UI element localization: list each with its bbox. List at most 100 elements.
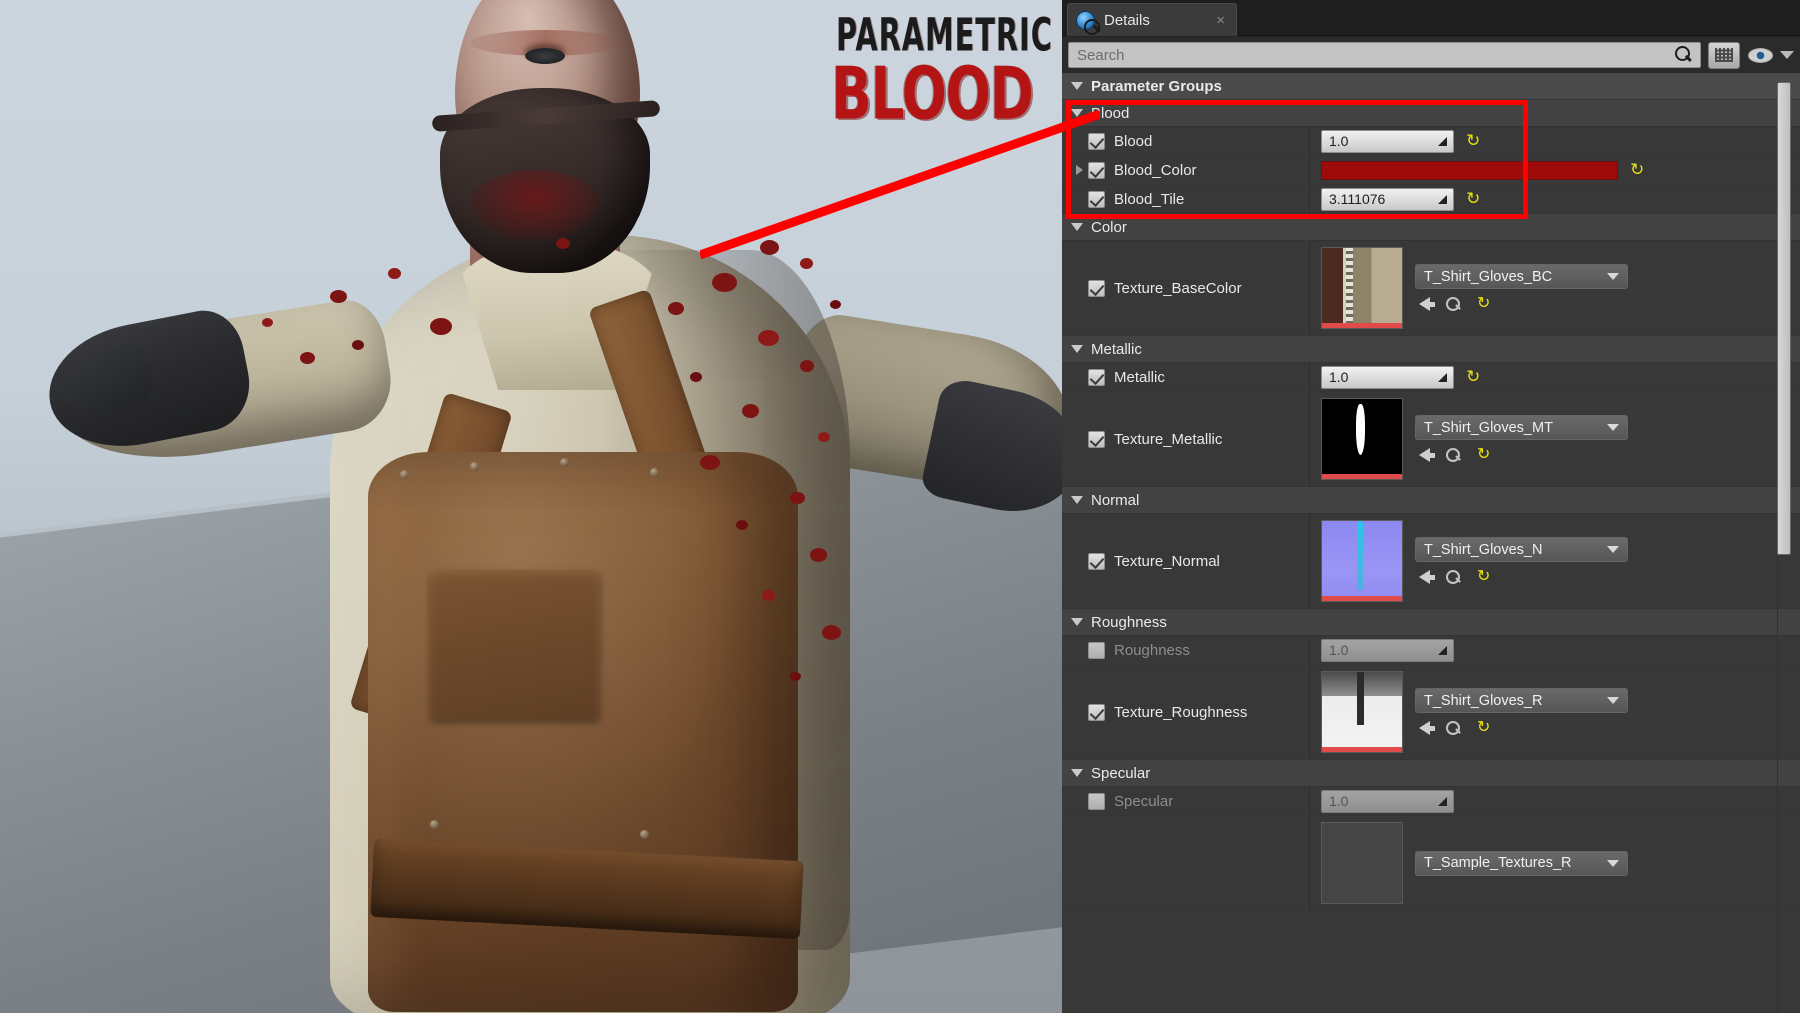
spinner-icon[interactable] — [1438, 645, 1447, 655]
texture-thumbnail[interactable] — [1321, 822, 1403, 904]
parameter-name: Roughness — [1114, 641, 1190, 659]
reset-icon[interactable]: ↺ — [1477, 719, 1490, 736]
search-icon[interactable] — [1674, 46, 1692, 64]
character-apron-pocket — [430, 570, 600, 720]
use-selected-asset-icon[interactable] — [1419, 570, 1435, 584]
browse-asset-icon[interactable] — [1446, 569, 1461, 585]
close-icon[interactable]: × — [1213, 12, 1228, 29]
parameter-checkbox[interactable] — [1088, 703, 1105, 721]
parameter-row[interactable]: Blood_Color ↺ — [1062, 156, 1800, 185]
parameter-name: Texture_BaseColor — [1114, 279, 1242, 297]
search-toolbar: Search — [1062, 37, 1800, 73]
parameter-label-cell: Blood_Tile — [1062, 185, 1310, 213]
parameter-name: Blood — [1114, 132, 1153, 150]
grid-view-button[interactable] — [1708, 41, 1740, 69]
use-selected-asset-icon[interactable] — [1419, 448, 1435, 462]
parameter-checkbox[interactable] — [1088, 132, 1105, 150]
group-header-parameter-groups[interactable]: Parameter Groups — [1062, 73, 1800, 100]
parameter-row[interactable]: Blood 1.0 ↺ — [1062, 127, 1800, 156]
browse-asset-icon[interactable] — [1446, 447, 1461, 463]
visibility-options-button[interactable] — [1748, 47, 1794, 63]
group-header-normal[interactable]: Normal — [1062, 487, 1800, 514]
parameter-label-cell: Texture_Normal — [1062, 514, 1310, 608]
reset-icon[interactable]: ↺ — [1477, 446, 1490, 463]
texture-dropdown[interactable]: T_Shirt_Gloves_BC — [1415, 264, 1628, 289]
parameter-groups-host: Blood Blood 1.0 ↺ Blood_Color ↺ Blood_Tile 3.11… — [1062, 100, 1800, 911]
numeric-value: 1.0 — [1329, 133, 1349, 149]
tab-details[interactable]: Details × — [1067, 3, 1237, 36]
texture-name: T_Shirt_Gloves_MT — [1424, 419, 1553, 436]
parameter-row[interactable]: Roughness 1.0 — [1062, 636, 1800, 665]
blood-splatter — [818, 432, 830, 442]
numeric-input[interactable]: 1.0 — [1321, 365, 1454, 389]
browse-asset-icon[interactable] — [1446, 720, 1461, 736]
texture-dropdown[interactable]: T_Shirt_Gloves_MT — [1415, 415, 1628, 440]
reset-icon[interactable]: ↺ — [1477, 295, 1490, 312]
reset-icon[interactable]: ↺ — [1477, 568, 1490, 585]
browse-asset-icon[interactable] — [1446, 296, 1461, 312]
parameter-checkbox[interactable] — [1088, 161, 1105, 179]
parameter-name: Texture_Roughness — [1114, 703, 1248, 721]
parameter-label-cell: Texture_Metallic — [1062, 392, 1310, 486]
parameter-checkbox[interactable] — [1088, 368, 1105, 386]
parameter-list[interactable]: Parameter Groups Blood Blood 1.0 ↺ Blood_Col… — [1062, 73, 1800, 1013]
parameter-checkbox[interactable] — [1088, 792, 1105, 810]
parameter-row[interactable]: T_Sample_Textures_R — [1062, 816, 1800, 911]
texture-thumbnail[interactable] — [1321, 520, 1403, 602]
chevron-right-icon[interactable] — [1076, 165, 1083, 175]
reset-icon[interactable]: ↺ — [1630, 160, 1644, 180]
blood-splatter — [300, 352, 315, 364]
group-header-color[interactable]: Color — [1062, 214, 1800, 241]
group-header-metallic[interactable]: Metallic — [1062, 336, 1800, 363]
group-header-roughness[interactable]: Roughness — [1062, 609, 1800, 636]
parameter-checkbox[interactable] — [1088, 430, 1105, 448]
logo-bottom-text: BLOOD — [831, 53, 1033, 137]
numeric-input[interactable]: 3.111076 — [1321, 187, 1454, 211]
parameter-checkbox[interactable] — [1088, 190, 1105, 208]
use-selected-asset-icon[interactable] — [1419, 721, 1435, 735]
parameter-row[interactable]: Texture_Normal T_Shirt_Gloves_N ↺ — [1062, 514, 1800, 609]
parameter-row[interactable]: Texture_BaseColor T_Shirt_Gloves_BC ↺ — [1062, 241, 1800, 336]
parameter-checkbox[interactable] — [1088, 552, 1105, 570]
blood-splatter — [690, 372, 702, 382]
texture-dropdown[interactable]: T_Shirt_Gloves_R — [1415, 688, 1628, 713]
details-panel: Details × Search Parameter Groups Blood B… — [1062, 0, 1800, 1013]
parameter-checkbox[interactable] — [1088, 641, 1105, 659]
reset-icon[interactable]: ↺ — [1466, 131, 1480, 151]
chevron-down-icon — [1071, 223, 1083, 231]
group-header-specular[interactable]: Specular — [1062, 760, 1800, 787]
blood-splatter — [430, 318, 452, 335]
parameter-row[interactable]: Metallic 1.0 ↺ — [1062, 363, 1800, 392]
texture-thumbnail[interactable] — [1321, 398, 1403, 480]
texture-dropdown[interactable]: T_Shirt_Gloves_N — [1415, 537, 1628, 562]
spinner-icon[interactable] — [1438, 136, 1447, 146]
texture-thumbnail[interactable] — [1321, 671, 1403, 753]
parameter-name: Blood_Color — [1114, 161, 1197, 179]
reset-icon[interactable]: ↺ — [1466, 367, 1480, 387]
spinner-icon[interactable] — [1438, 796, 1447, 806]
numeric-input: 1.0 — [1321, 789, 1454, 813]
search-input[interactable]: Search — [1068, 42, 1701, 68]
blood-splatter — [790, 672, 801, 681]
texture-dropdown[interactable]: T_Sample_Textures_R — [1415, 850, 1628, 876]
viewport[interactable]: PARAMETRIC BLOOD — [0, 0, 1062, 1013]
color-swatch[interactable] — [1321, 160, 1618, 180]
scrollbar-thumb[interactable] — [1777, 82, 1791, 555]
parameter-row[interactable]: Texture_Roughness T_Shirt_Gloves_R ↺ — [1062, 665, 1800, 760]
character-mask-bloodstain — [470, 170, 600, 240]
group-header-blood[interactable]: Blood — [1062, 100, 1800, 127]
numeric-input[interactable]: 1.0 — [1321, 129, 1454, 153]
parameter-row[interactable]: Specular 1.0 — [1062, 787, 1800, 816]
parameter-checkbox[interactable] — [1088, 279, 1105, 297]
reset-icon[interactable]: ↺ — [1466, 189, 1480, 209]
spinner-icon[interactable] — [1438, 372, 1447, 382]
parameter-row[interactable]: Texture_Metallic T_Shirt_Gloves_MT ↺ — [1062, 392, 1800, 487]
spinner-icon[interactable] — [1438, 194, 1447, 204]
blood-splatter — [790, 492, 805, 504]
use-selected-asset-icon[interactable] — [1419, 297, 1435, 311]
apron-rivet — [470, 462, 479, 471]
parameter-row[interactable]: Blood_Tile 3.111076 ↺ — [1062, 185, 1800, 214]
texture-thumbnail[interactable] — [1321, 247, 1403, 329]
parameter-label-cell — [1062, 816, 1310, 910]
eye-icon — [1748, 47, 1773, 63]
